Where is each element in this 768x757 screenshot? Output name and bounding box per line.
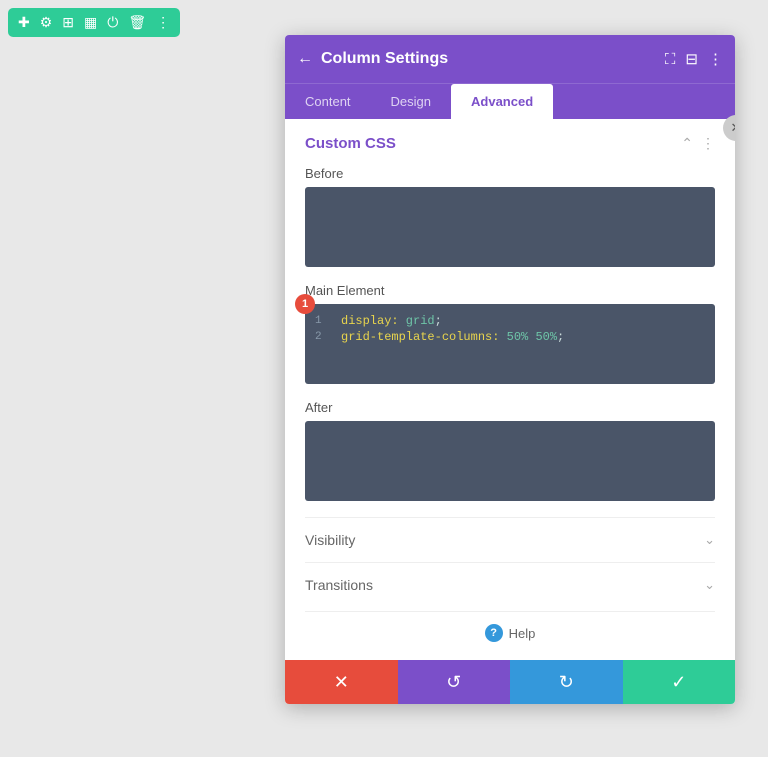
back-button[interactable]: ← bbox=[297, 50, 313, 68]
code-prop-1: display: bbox=[341, 314, 399, 328]
tab-advanced[interactable]: Advanced bbox=[451, 84, 553, 119]
tab-design[interactable]: Design bbox=[371, 84, 451, 119]
transitions-section[interactable]: Transitions ⌄ bbox=[305, 562, 715, 607]
main-element-label: Main Element bbox=[305, 283, 715, 298]
undo-button[interactable]: ↺ bbox=[398, 660, 511, 704]
visibility-chevron-icon: ⌄ bbox=[704, 532, 715, 548]
custom-css-section-header: Custom CSS ⌃ ⋮ bbox=[305, 135, 715, 152]
panel-footer: ✕ ↺ ↻ ✓ bbox=[285, 660, 735, 704]
panel-body: Custom CSS ⌃ ⋮ Before Main Element 1 1 d… bbox=[285, 119, 735, 660]
cancel-button[interactable]: ✕ bbox=[285, 660, 398, 704]
after-code-editor[interactable] bbox=[305, 421, 715, 501]
trash-icon[interactable]: 🗑 bbox=[128, 14, 146, 31]
before-code-editor[interactable] bbox=[305, 187, 715, 267]
transitions-label: Transitions bbox=[305, 577, 373, 593]
code-line-2: 2 grid-template-columns: 50% 50% ; bbox=[315, 330, 705, 344]
code-val-1: grid bbox=[399, 314, 435, 328]
grid-icon[interactable]: ▦ bbox=[84, 14, 97, 31]
tab-content[interactable]: Content bbox=[285, 84, 371, 119]
help-row: ? Help bbox=[305, 611, 715, 650]
panel-header: ← Column Settings ⛶ ⊟ ⋮ bbox=[285, 35, 735, 83]
visibility-section[interactable]: Visibility ⌄ bbox=[305, 517, 715, 562]
before-label: Before bbox=[305, 166, 715, 181]
help-icon[interactable]: ? bbox=[485, 624, 503, 642]
code-prop-2: grid-template-columns: bbox=[341, 330, 499, 344]
transitions-chevron-icon: ⌄ bbox=[704, 577, 715, 593]
fullscreen-icon[interactable]: ⛶ bbox=[665, 51, 676, 68]
power-icon[interactable]: ⏻ bbox=[107, 14, 118, 31]
collapse-icon[interactable]: ⌃ bbox=[681, 135, 693, 152]
top-toolbar: ✚ ⚙ ⊞ ▦ ⏻ 🗑 ⋮ bbox=[8, 8, 180, 37]
main-element-code-editor[interactable]: 1 display: grid ; 2 grid-template-column… bbox=[305, 304, 715, 384]
confirm-button[interactable]: ✓ bbox=[623, 660, 736, 704]
panel-more-icon[interactable]: ⋮ bbox=[708, 50, 723, 68]
layout-icon[interactable]: ⊞ bbox=[62, 14, 74, 31]
section-more-icon[interactable]: ⋮ bbox=[701, 135, 715, 152]
help-label[interactable]: Help bbox=[509, 626, 536, 641]
column-settings-panel: ← Column Settings ⛶ ⊟ ⋮ Content Design A… bbox=[285, 35, 735, 704]
code-val-2: 50% 50% bbox=[499, 330, 557, 344]
columns-icon[interactable]: ⊟ bbox=[685, 50, 698, 68]
line-number-1: 1 bbox=[315, 314, 333, 327]
code-semi-2: ; bbox=[557, 330, 564, 344]
main-element-wrapper: 1 1 display: grid ; 2 grid-template-colu… bbox=[305, 304, 715, 384]
more-icon[interactable]: ⋮ bbox=[156, 14, 170, 31]
custom-css-title: Custom CSS bbox=[305, 135, 396, 152]
after-label: After bbox=[305, 400, 715, 415]
redo-button[interactable]: ↻ bbox=[510, 660, 623, 704]
section-header-actions: ⌃ ⋮ bbox=[681, 135, 715, 152]
plus-icon[interactable]: ✚ bbox=[18, 14, 30, 31]
tabs-bar: Content Design Advanced bbox=[285, 83, 735, 119]
panel-title: Column Settings bbox=[321, 50, 657, 68]
notification-badge: 1 bbox=[295, 294, 315, 314]
code-line-1: 1 display: grid ; bbox=[315, 314, 705, 328]
line-number-2: 2 bbox=[315, 330, 333, 343]
panel-header-actions: ⛶ ⊟ ⋮ bbox=[665, 50, 723, 68]
code-semi-1: ; bbox=[435, 314, 442, 328]
gear-icon[interactable]: ⚙ bbox=[40, 14, 53, 31]
visibility-label: Visibility bbox=[305, 532, 355, 548]
